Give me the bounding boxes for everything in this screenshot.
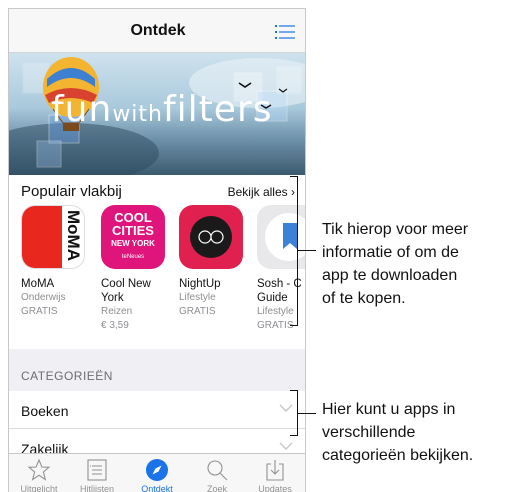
apps-leader-line (298, 250, 316, 251)
app-icon-cool-new-york: COOL CITIES NEW YORK teNeues (101, 205, 165, 269)
categories-bracket (290, 390, 298, 436)
app-name: MoMA (21, 278, 55, 290)
popular-section-header: Populair vlakbij Bekijk alles › (9, 175, 305, 205)
callout-line: Tik hierop voor meer (322, 221, 469, 238)
nightup-logo-icon (190, 216, 232, 258)
section-title: Populair vlakbij (21, 183, 122, 200)
app-category: Onderwijs (21, 292, 66, 303)
chevron-down-icon (279, 442, 293, 450)
app-price: GRATIS (257, 320, 294, 331)
tab-ontdekt[interactable]: Ontdekt (127, 458, 187, 492)
app-category: Lifestyle (257, 306, 294, 317)
apps-bracket (290, 176, 298, 326)
search-icon (207, 460, 228, 481)
tab-bar: Uitgelicht Hitlijsten Ontdekt Zoek Updat… (9, 453, 305, 492)
banner-title: funwithfilters (51, 89, 273, 130)
callout-line: of te kopen. (322, 290, 406, 307)
tab-hitlijsten[interactable]: Hitlijsten (67, 458, 127, 492)
featured-banner[interactable]: funwithfilters (9, 53, 305, 175)
compass-icon (146, 459, 168, 481)
tab-label: Updates (258, 484, 292, 492)
categories-title: CATEGORIEËN (21, 369, 113, 383)
bookmark-icon (265, 213, 305, 261)
tab-zoek[interactable]: Zoek (187, 458, 247, 492)
apps-callout: Tik hierop voor meer informatie of om de… (322, 218, 468, 310)
callout-line: categorieën bekijken. (322, 447, 474, 464)
app-name: Cool New York (101, 278, 151, 304)
app-category: Reizen (101, 306, 133, 317)
popular-apps-list: MoMA MoMA Onderwijs GRATIS COOL CITIES N… (9, 205, 305, 337)
see-all-label: Bekijk alles (227, 185, 288, 199)
navigation-bar: Ontdek (9, 9, 305, 53)
tab-label: Hitlijsten (79, 484, 114, 492)
app-item[interactable]: MoMA MoMA Onderwijs GRATIS (21, 205, 93, 319)
app-icon-moma: MoMA (21, 205, 85, 269)
categories-callout: Hier kunt u apps in verschillende catego… (322, 398, 473, 467)
app-price: GRATIS (21, 306, 58, 317)
category-label: Boeken (21, 403, 69, 419)
see-all-link[interactable]: Bekijk alles › (228, 185, 295, 199)
app-category: Lifestyle (179, 292, 216, 303)
app-name: NightUp (179, 278, 221, 290)
list-icon (87, 459, 107, 481)
star-icon (27, 458, 51, 481)
categories-leader-line (298, 413, 316, 414)
app-icon-nightup (179, 205, 243, 269)
app-price: € 3,59 (101, 320, 129, 331)
app-icon-sosh (257, 205, 305, 269)
callout-line: Hier kunt u apps in (322, 401, 456, 418)
tab-uitgelicht[interactable]: Uitgelicht (9, 458, 69, 492)
list-icon[interactable] (275, 24, 295, 40)
tab-label: Zoek (206, 484, 227, 492)
phone-screen: Ontdek funwithfilters Populair vlakbij B… (8, 8, 306, 492)
tab-updates[interactable]: Updates (245, 458, 305, 492)
callout-line: verschillende (322, 424, 416, 441)
callout-line: informatie of om de (322, 244, 459, 261)
tab-label: Ontdekt (141, 484, 173, 492)
tab-label: Uitgelicht (20, 484, 58, 492)
app-item[interactable]: NightUp Lifestyle GRATIS (179, 205, 251, 319)
page-title: Ontdek (130, 22, 186, 39)
download-icon (266, 460, 284, 481)
app-item[interactable]: COOL CITIES NEW YORK teNeues Cool New Yo… (101, 205, 173, 333)
app-name: Sosh - C Guide (257, 278, 302, 304)
app-item[interactable]: Sosh - C Guide Lifestyle GRATIS (257, 205, 305, 333)
categories-header: CATEGORIEËN (9, 349, 305, 391)
app-price: GRATIS (179, 306, 216, 317)
category-row-boeken[interactable]: Boeken (9, 391, 305, 429)
callout-line: app te downloaden (322, 267, 458, 284)
